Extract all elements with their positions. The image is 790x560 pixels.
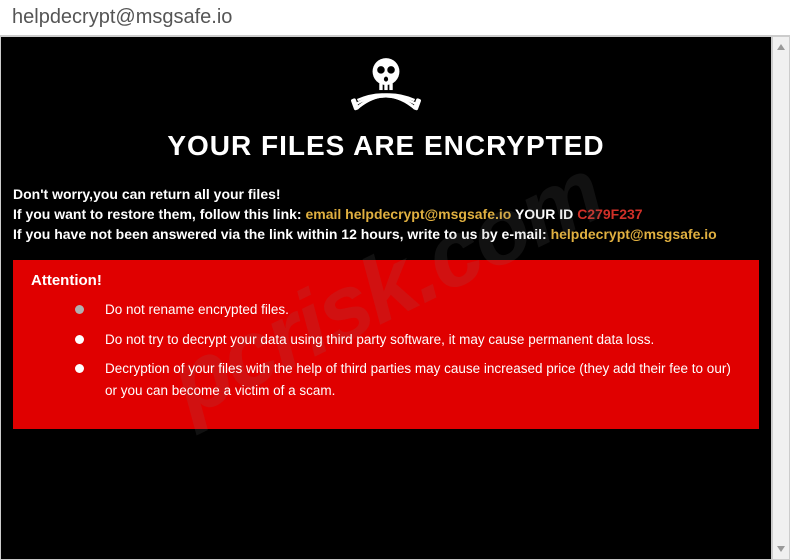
list-item: Decryption of your files with the help o… (89, 358, 741, 401)
restore-prefix: If you want to restore them, follow this… (13, 206, 305, 222)
list-item: Do not rename encrypted files. (89, 299, 741, 321)
ransom-note-content: pcrisk.com YOUR FILES ARE ENCRYPTED Don (0, 36, 772, 560)
restore-email-label: email (305, 206, 345, 222)
attention-heading: Attention! (31, 272, 741, 289)
window-title-bar: helpdecrypt@msgsafe.io (0, 0, 790, 36)
info-line-restore: If you want to restore them, follow this… (13, 206, 759, 222)
your-id-label: YOUR ID (511, 206, 577, 222)
fallback-email: helpdecrypt@msgsafe.io (551, 226, 717, 242)
attention-panel: Attention! Do not rename encrypted files… (13, 260, 759, 429)
attention-bullet-list: Do not rename encrypted files. Do not tr… (31, 299, 741, 401)
scroll-up-arrow-icon[interactable] (776, 41, 786, 53)
list-item: Do not try to decrypt your data using th… (89, 329, 741, 351)
restore-email: helpdecrypt@msgsafe.io (345, 206, 511, 222)
fallback-prefix: If you have not been answered via the li… (13, 226, 551, 242)
your-id-value: C279F237 (577, 206, 642, 222)
page-title: YOUR FILES ARE ENCRYPTED (13, 130, 759, 162)
window-title-text: helpdecrypt@msgsafe.io (12, 6, 232, 28)
info-line-return: Don't worry,you can return all your file… (13, 186, 759, 202)
info-line-fallback: If you have not been answered via the li… (13, 226, 759, 242)
skull-crossbones-icon (344, 51, 428, 119)
content-wrapper: pcrisk.com YOUR FILES ARE ENCRYPTED Don (0, 36, 790, 560)
scroll-down-arrow-icon[interactable] (776, 543, 786, 555)
pirate-logo-container (13, 51, 759, 124)
vertical-scrollbar[interactable] (772, 36, 790, 560)
